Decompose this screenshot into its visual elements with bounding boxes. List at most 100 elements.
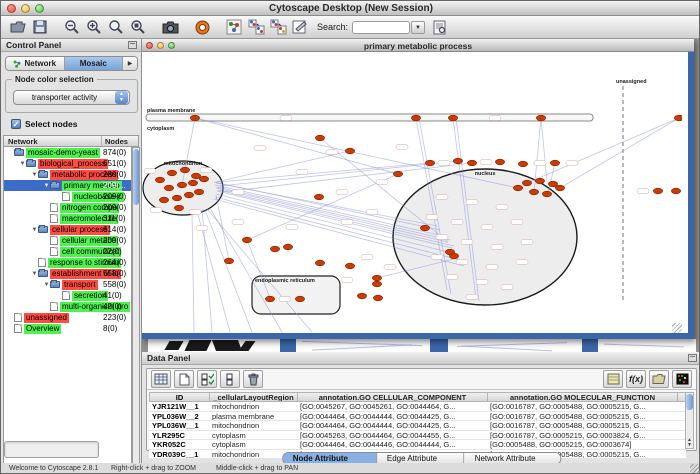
graph-node[interactable] xyxy=(522,180,531,186)
graph-node[interactable] xyxy=(177,182,186,188)
graph-node[interactable] xyxy=(357,293,366,299)
tree-row[interactable]: secretion41(0) xyxy=(4,290,131,301)
graph-node[interactable] xyxy=(345,148,354,154)
graph-node[interactable] xyxy=(448,115,457,121)
graph-node[interactable] xyxy=(295,296,304,302)
graph-node[interactable] xyxy=(191,173,200,179)
network-view-titlebar[interactable]: primary metabolic process xyxy=(142,39,694,52)
graph-node[interactable] xyxy=(164,185,173,191)
graph-node[interactable] xyxy=(555,185,564,191)
graph-node[interactable] xyxy=(425,160,434,166)
graph-node[interactable] xyxy=(190,115,199,121)
tree-row[interactable]: ▼biological_process651(0) xyxy=(4,158,131,169)
tab-network[interactable]: Network xyxy=(6,57,65,70)
import-network-button[interactable] xyxy=(245,17,267,37)
graph-node[interactable] xyxy=(315,135,324,141)
background-window-border[interactable] xyxy=(430,339,448,352)
graph-node[interactable] xyxy=(495,159,504,165)
plasma-membrane-region[interactable] xyxy=(146,114,593,121)
tree-item-label[interactable]: mosaic-demo-yeast xyxy=(26,148,100,158)
unselect-all-attributes-button[interactable] xyxy=(220,370,240,388)
graph-node[interactable] xyxy=(155,177,164,183)
graph-node[interactable] xyxy=(373,295,382,301)
graph-edge[interactable] xyxy=(220,161,458,186)
graph-node[interactable] xyxy=(283,244,292,250)
table-row[interactable]: YPL036W__1mitochondrion[GO:0044464, GO:0… xyxy=(149,421,686,431)
tree-expander-icon[interactable]: ▼ xyxy=(43,282,50,288)
background-window-fragment[interactable] xyxy=(212,340,242,351)
graph-node[interactable] xyxy=(529,189,538,195)
formula-builder-button[interactable]: f(x) xyxy=(626,370,646,388)
tree-row[interactable]: nucleobase-c209(0) xyxy=(4,191,131,202)
graph-edge[interactable] xyxy=(216,151,350,182)
import-attribute-file-button[interactable] xyxy=(649,370,669,388)
tree-row[interactable]: cell communicat22(0) xyxy=(4,246,131,257)
graph-node[interactable] xyxy=(180,167,189,173)
graph-node[interactable] xyxy=(671,188,680,194)
help-button[interactable] xyxy=(191,17,213,37)
select-all-attributes-button[interactable] xyxy=(197,370,217,388)
graph-edge[interactable] xyxy=(210,208,282,332)
window-resize-grip[interactable] xyxy=(690,464,700,474)
graph-node[interactable] xyxy=(453,158,462,164)
tree-row[interactable]: cellular metabo209(0) xyxy=(4,235,131,246)
graph-node[interactable] xyxy=(184,192,193,198)
column-header[interactable]: annotation.GO CELLULAR_COMPONENT xyxy=(298,393,488,401)
tree-row[interactable]: Overview8(0) xyxy=(4,323,131,334)
tree-row[interactable]: ▼establishment of lo558(0) xyxy=(4,268,131,279)
graph-node[interactable] xyxy=(550,160,559,166)
graph-edge[interactable] xyxy=(560,118,679,188)
graph-node[interactable] xyxy=(270,246,279,252)
tree-row[interactable]: unassigned223(0) xyxy=(4,312,131,323)
tree-row[interactable]: ▼transport558(0) xyxy=(4,279,131,290)
open-session-button[interactable] xyxy=(7,17,29,37)
network-view-button[interactable] xyxy=(223,17,245,37)
select-attributes-button[interactable] xyxy=(151,370,171,388)
graph-edge[interactable] xyxy=(195,118,518,188)
graph-node[interactable] xyxy=(536,115,545,121)
tree-row[interactable]: multi-organism pro42(0) xyxy=(4,301,131,312)
graph-node[interactable] xyxy=(542,191,551,197)
tree-expander-icon[interactable]: ▼ xyxy=(19,161,26,167)
zoom-fit-button[interactable] xyxy=(105,17,127,37)
table-row[interactable]: YPL036W__2plasma membrane[GO:0044464, GO… xyxy=(149,412,686,422)
frame-resize-grip[interactable] xyxy=(672,323,682,333)
graph-edge[interactable] xyxy=(548,163,555,193)
graph-node[interactable] xyxy=(411,115,420,121)
table-row[interactable]: YJR121W__1mitochondrion[GO:0045267, GO:0… xyxy=(149,402,686,412)
table-scrollbar[interactable]: ▲▼ xyxy=(685,392,694,449)
graph-node[interactable] xyxy=(188,180,197,186)
graph-node[interactable] xyxy=(199,176,208,182)
graph-node[interactable] xyxy=(314,194,323,200)
graph-node[interactable] xyxy=(265,296,274,302)
background-window-border[interactable] xyxy=(280,339,296,352)
network-view-window[interactable]: primary metabolic process plasma membran… xyxy=(142,39,694,339)
graph-edge[interactable] xyxy=(216,195,229,261)
tree-expander-icon[interactable]: ▼ xyxy=(31,172,38,178)
graph-node[interactable] xyxy=(224,258,233,264)
graph-edge[interactable] xyxy=(247,174,398,240)
tree-row[interactable]: ▼metabolic process280(0) xyxy=(4,169,131,180)
graph-node[interactable] xyxy=(535,178,544,184)
graph-edge[interactable] xyxy=(195,118,398,174)
zoom-in-button[interactable] xyxy=(83,17,105,37)
tree-expander-icon[interactable]: ▼ xyxy=(31,227,38,233)
snapshot-button[interactable] xyxy=(159,17,181,37)
column-header[interactable]: _cellularLayoutRegion xyxy=(210,393,298,401)
matrix-export-button[interactable] xyxy=(603,370,623,388)
graph-node[interactable] xyxy=(393,171,402,177)
graph-node[interactable] xyxy=(315,260,324,266)
tree-row[interactable]: ▼cellular process614(0) xyxy=(4,224,131,235)
graph-node[interactable] xyxy=(372,275,381,281)
graph-node[interactable] xyxy=(449,253,458,259)
tree-item-label[interactable]: transport xyxy=(62,280,98,290)
graph-node[interactable] xyxy=(674,115,682,121)
graph-node[interactable] xyxy=(174,205,183,211)
heatmap-button[interactable] xyxy=(672,370,692,388)
graph-node[interactable] xyxy=(194,189,203,195)
select-nodes-checkbox[interactable]: ✓ xyxy=(11,119,21,129)
graph-edge[interactable] xyxy=(541,118,547,182)
graph-node[interactable] xyxy=(172,195,181,201)
graph-node[interactable] xyxy=(167,170,176,176)
zoom-out-button[interactable] xyxy=(61,17,83,37)
